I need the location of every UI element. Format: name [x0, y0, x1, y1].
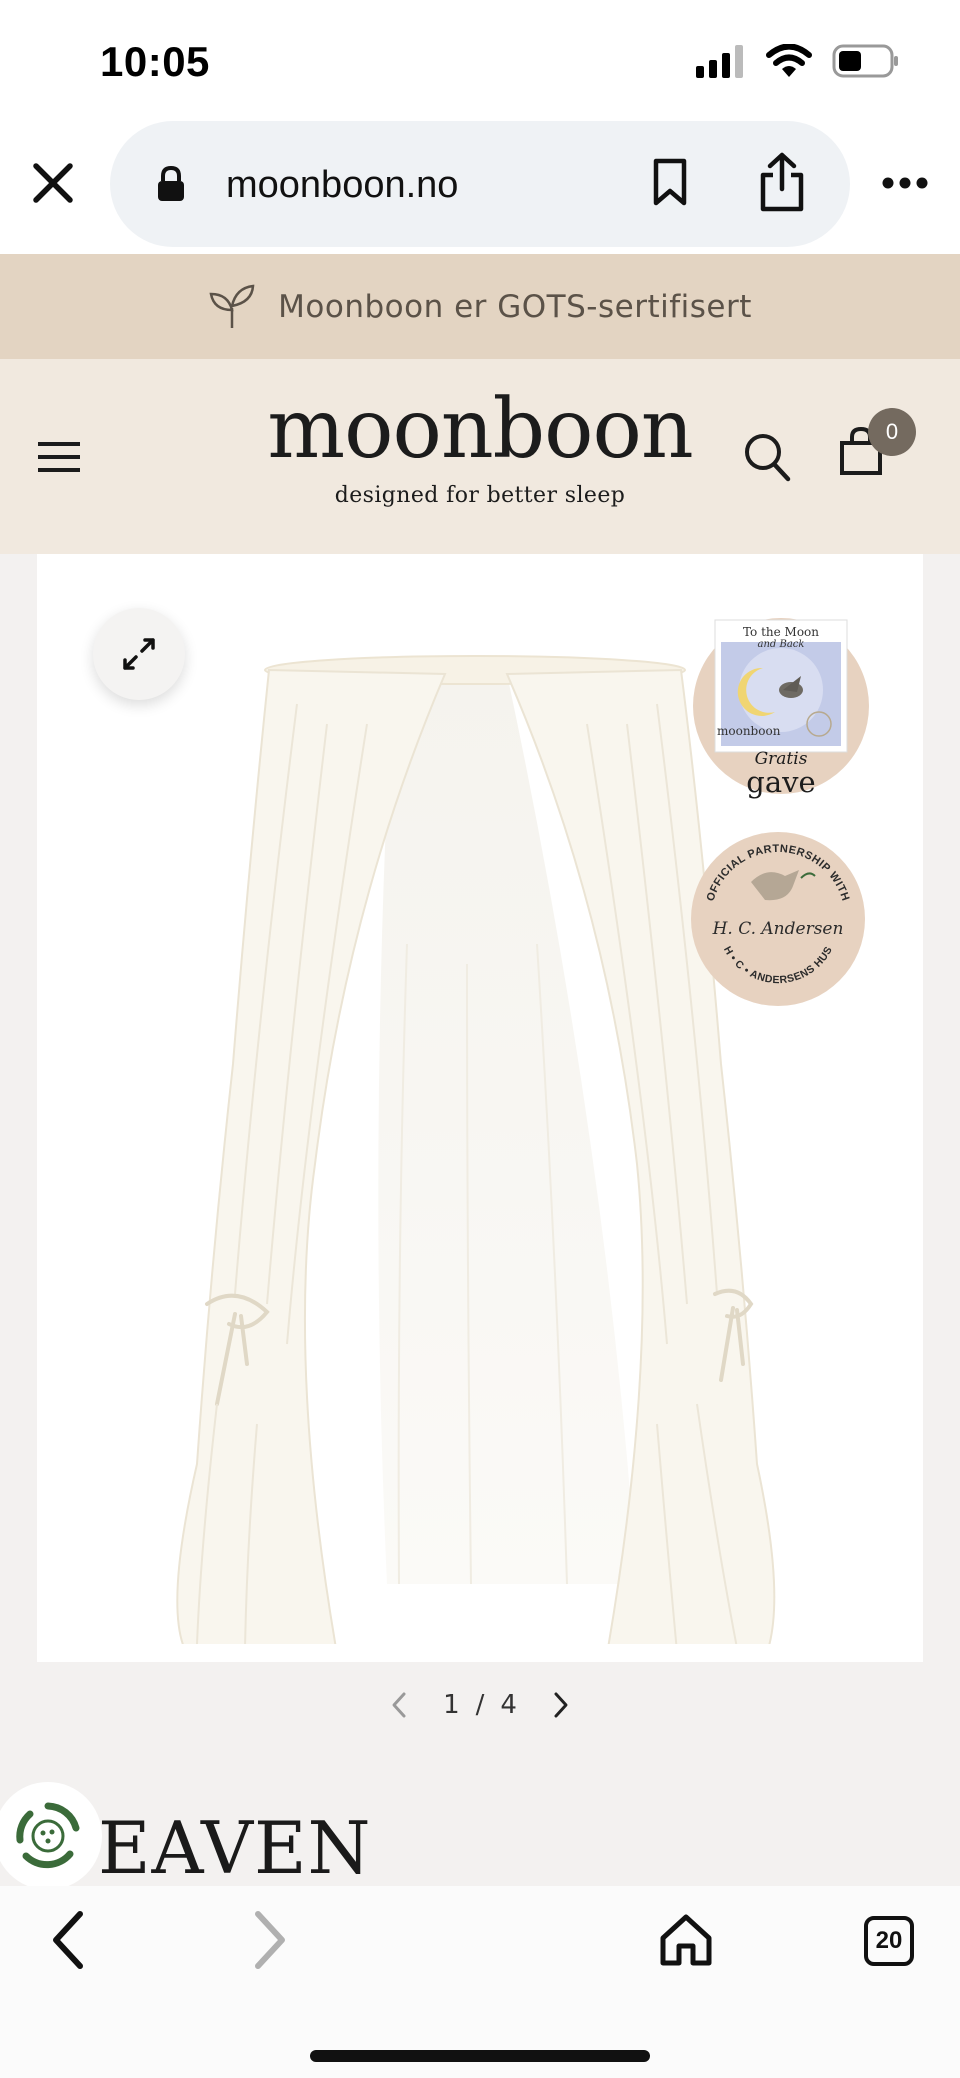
announcement-banner: Moonboon er GOTS-sertifisert: [0, 254, 960, 359]
status-bar: 10:05: [0, 0, 960, 120]
home-indicator: [310, 2050, 650, 2062]
pager-separator: /: [475, 1690, 485, 1720]
gift-label-line2: gave: [746, 765, 816, 799]
more-icon[interactable]: [882, 176, 928, 190]
wifi-icon: [766, 44, 812, 77]
gift-book-title: To the Moon: [742, 625, 820, 639]
tabs-button[interactable]: 20: [864, 1916, 914, 1966]
battery-icon: [832, 44, 898, 78]
banner-text: Moonboon er GOTS-sertifisert: [278, 288, 752, 325]
site-header: moonboon designed for better sleep 0: [0, 359, 960, 554]
product-image[interactable]: To the Moon and Back moonboon Gratis gav…: [37, 554, 923, 1662]
search-icon[interactable]: [742, 431, 792, 483]
url-field[interactable]: moonboon.no: [110, 121, 850, 247]
url-text: moonboon.no: [226, 164, 459, 206]
gallery-pager: 1 / 4: [0, 1680, 960, 1730]
close-icon[interactable]: [28, 158, 78, 208]
pager-current: 1: [443, 1690, 460, 1720]
recycle-icon: [16, 1802, 80, 1869]
gift-book-subtitle: and Back: [757, 639, 805, 650]
status-time: 10:05: [100, 38, 210, 85]
home-icon[interactable]: [658, 1912, 714, 1968]
gift-book-brand: moonboon: [717, 724, 781, 738]
sprout-icon: [209, 284, 255, 328]
lock-icon: [158, 165, 184, 201]
chevron-right-icon[interactable]: [551, 1691, 571, 1719]
browser-toolbar: 20: [0, 1886, 960, 2078]
bookmark-icon[interactable]: [650, 157, 690, 207]
site-tagline: designed for better sleep: [334, 483, 626, 508]
site-logo[interactable]: moonboon: [0, 389, 960, 471]
back-icon[interactable]: [48, 1910, 88, 1970]
browser-address-bar: moonboon.no: [0, 120, 960, 254]
pager-total: 4: [500, 1690, 517, 1720]
cart-count-badge[interactable]: 0: [868, 408, 916, 456]
product-title: EAVEN: [98, 1806, 372, 1890]
chevron-left-icon[interactable]: [389, 1691, 409, 1719]
partner-signature: H. C. Andersen: [712, 919, 844, 939]
partner-badge: OFFICIAL PARTNERSHIP WITH H. C. Andersen…: [691, 832, 865, 1006]
share-icon[interactable]: [758, 151, 806, 213]
forward-icon[interactable]: [250, 1910, 290, 1970]
cellular-signal-icon: [696, 45, 743, 78]
pager-count: 1 / 4: [443, 1690, 517, 1720]
status-icons: [696, 44, 900, 78]
